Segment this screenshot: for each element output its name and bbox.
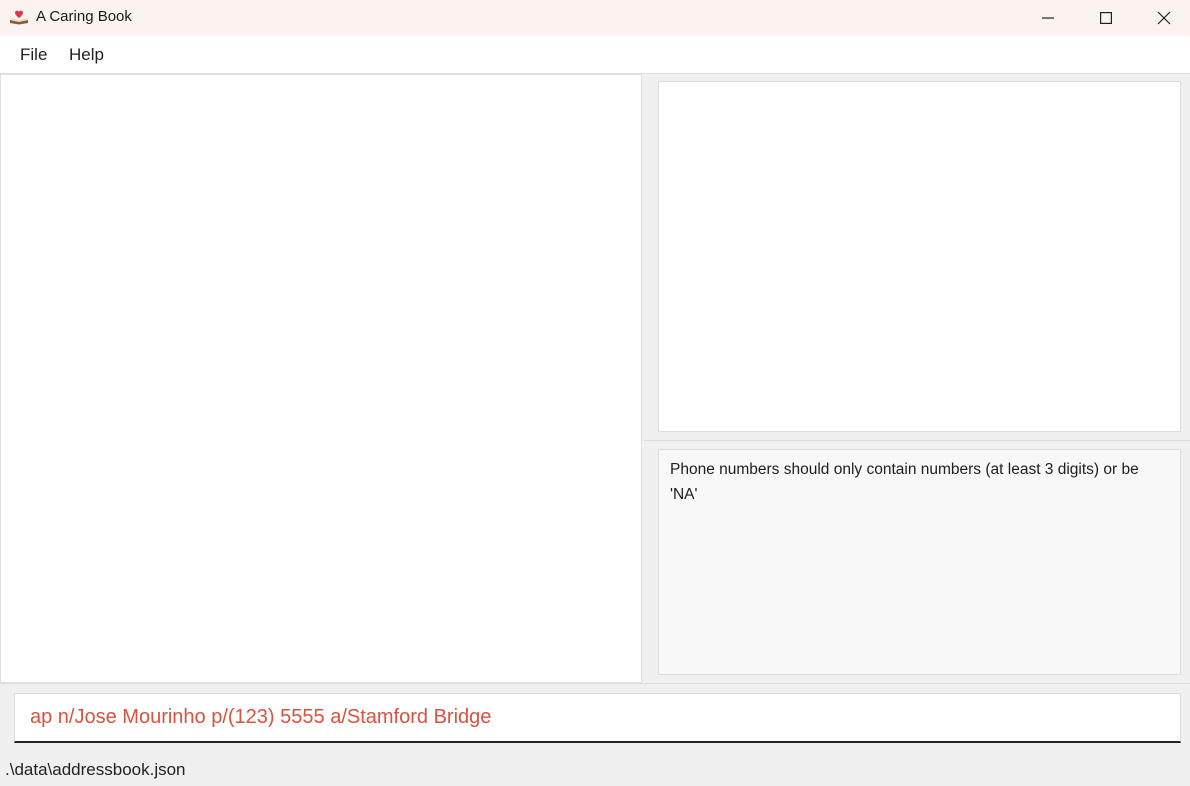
- save-file-path: .\data\addressbook.json: [5, 760, 186, 779]
- close-icon: [1157, 11, 1171, 25]
- status-bar: .\data\addressbook.json: [0, 751, 1190, 786]
- title-bar: A Caring Book: [0, 0, 1190, 36]
- command-input[interactable]: [14, 693, 1181, 743]
- result-display: Phone numbers should only contain number…: [658, 449, 1181, 675]
- minimize-icon: [1042, 17, 1054, 19]
- menu-file[interactable]: File: [20, 45, 47, 65]
- detail-panel: [658, 81, 1181, 432]
- menu-bar: File Help: [0, 36, 1190, 74]
- command-box-area: [0, 683, 1190, 750]
- window-title: A Caring Book: [36, 8, 132, 25]
- maximize-button[interactable]: [1077, 0, 1135, 36]
- maximize-icon: [1100, 12, 1112, 24]
- minimize-button[interactable]: [1019, 0, 1077, 36]
- book-heart-icon: [9, 9, 29, 25]
- close-button[interactable]: [1135, 0, 1190, 36]
- panel-divider[interactable]: [644, 440, 1190, 441]
- menu-help[interactable]: Help: [69, 45, 104, 65]
- person-list-panel[interactable]: [0, 74, 642, 683]
- right-panel: Phone numbers should only contain number…: [644, 74, 1190, 683]
